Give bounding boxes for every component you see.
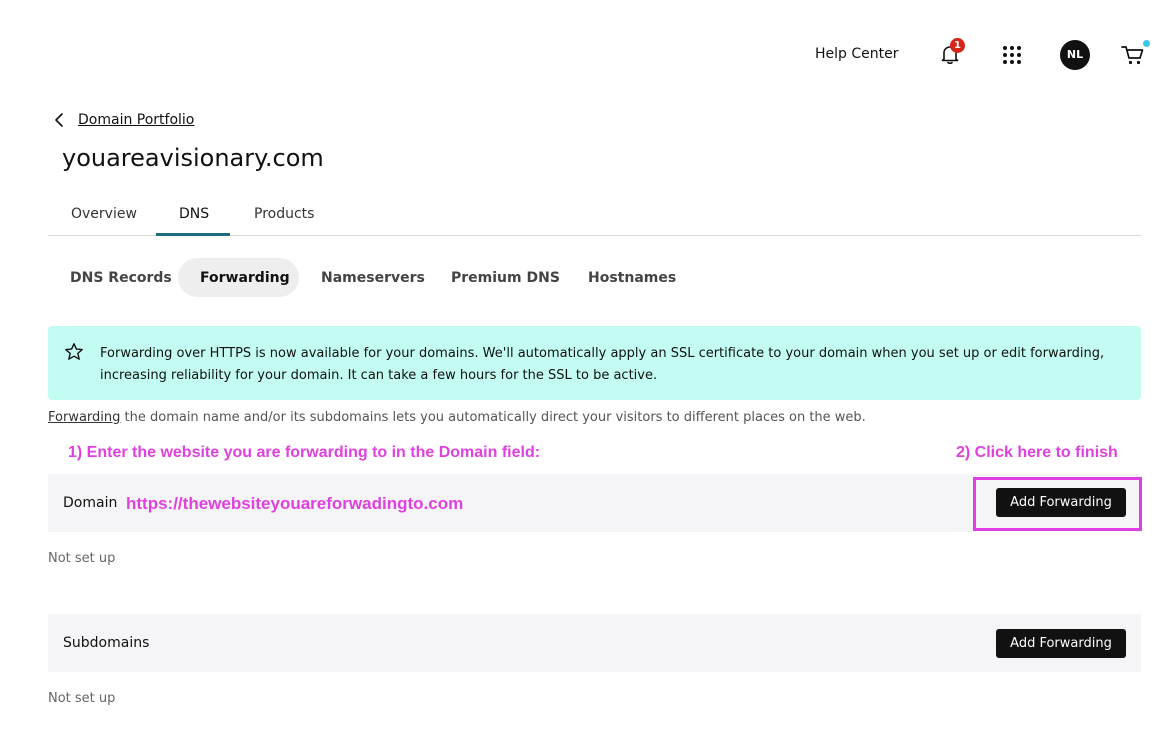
add-subdomain-forwarding-button[interactable]: Add Forwarding bbox=[996, 629, 1126, 658]
tab-products[interactable]: Products bbox=[254, 206, 314, 222]
help-center-link[interactable]: Help Center bbox=[815, 46, 899, 62]
annotation-highlight-box bbox=[973, 477, 1142, 531]
domain-status: Not set up bbox=[48, 551, 116, 566]
chevron-left-icon[interactable] bbox=[52, 111, 68, 129]
active-tab-indicator bbox=[156, 233, 230, 236]
notification-badge: 1 bbox=[950, 38, 965, 53]
tab-dns[interactable]: DNS bbox=[179, 206, 209, 222]
subdomain-status: Not set up bbox=[48, 691, 116, 706]
description-text: the domain name and/or its subdomains le… bbox=[120, 410, 866, 425]
subtab-forwarding[interactable]: Forwarding bbox=[200, 270, 290, 286]
star-icon bbox=[65, 343, 83, 360]
cart-icon[interactable] bbox=[1120, 43, 1146, 67]
domain-label: Domain bbox=[63, 495, 118, 511]
subtab-dns-records[interactable]: DNS Records bbox=[70, 270, 172, 286]
breadcrumb[interactable]: Domain Portfolio bbox=[78, 112, 194, 128]
https-info-banner: Forwarding over HTTPS is now available f… bbox=[48, 326, 1141, 400]
annotation-step-2: 2) Click here to finish bbox=[956, 444, 1118, 461]
subdomain-forwarding-panel: Subdomains Add Forwarding bbox=[48, 614, 1141, 672]
subdomains-label: Subdomains bbox=[63, 635, 150, 651]
cart-indicator-dot bbox=[1143, 40, 1150, 47]
apps-grid-icon[interactable] bbox=[1001, 44, 1023, 66]
subtab-premium-dns[interactable]: Premium DNS bbox=[451, 270, 560, 286]
subtab-hostnames[interactable]: Hostnames bbox=[588, 270, 676, 286]
avatar[interactable]: NL bbox=[1060, 40, 1090, 70]
top-bar: Help Center 1 NL bbox=[0, 0, 1170, 110]
banner-text: Forwarding over HTTPS is now available f… bbox=[100, 346, 1105, 383]
page-title: youareavisionary.com bbox=[62, 144, 324, 172]
annotation-url: https://thewebsiteyouareforwadingto.com bbox=[126, 494, 464, 513]
tab-overview[interactable]: Overview bbox=[71, 206, 137, 222]
forwarding-help-link[interactable]: Forwarding bbox=[48, 410, 120, 425]
annotation-step-1: 1) Enter the website you are forwarding … bbox=[68, 444, 541, 461]
main-tabs: Overview DNS Products bbox=[48, 196, 1141, 236]
subtab-nameservers[interactable]: Nameservers bbox=[321, 270, 425, 286]
forwarding-description: Forwarding the domain name and/or its su… bbox=[48, 410, 866, 425]
